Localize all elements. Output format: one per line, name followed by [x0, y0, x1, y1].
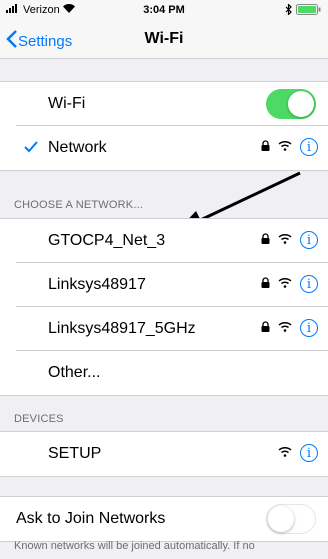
network-name: Linksys48917_5GHz — [48, 320, 196, 337]
info-button[interactable]: i — [300, 444, 318, 462]
network-row-linksys-5ghz[interactable]: Linksys48917_5GHz i — [0, 307, 328, 351]
wifi-strength-icon — [278, 231, 292, 249]
wifi-strength-icon — [278, 275, 292, 293]
network-icons: i — [261, 275, 318, 293]
network-name: Linksys48917 — [48, 276, 146, 293]
info-button[interactable]: i — [300, 319, 318, 337]
network-row-gtocp4[interactable]: GTOCP4_Net_3 i — [0, 219, 328, 263]
other-network-label: Other... — [48, 364, 101, 381]
network-icons: i — [261, 231, 318, 249]
network-row-other[interactable]: Other... — [0, 351, 328, 395]
info-button[interactable]: i — [300, 275, 318, 293]
ask-join-label: Ask to Join Networks — [16, 510, 166, 527]
networks-group: GTOCP4_Net_3 i Linksys48917 i Linksys489… — [0, 218, 328, 396]
wifi-strength-icon — [278, 444, 292, 462]
ask-join-toggle-knob — [268, 505, 294, 532]
devices-header: DEVICES — [14, 413, 64, 425]
ask-join-toggle[interactable] — [266, 504, 316, 534]
info-button[interactable]: i — [300, 231, 318, 249]
devices-group: SETUP i — [0, 431, 328, 477]
footer-note: Known networks will be joined automatica… — [14, 540, 255, 552]
device-icons: i — [278, 444, 318, 462]
network-row-linksys[interactable]: Linksys48917 i — [0, 263, 328, 307]
lock-icon — [261, 275, 270, 293]
ask-join-group: Ask to Join Networks — [0, 496, 328, 542]
choose-network-header: CHOOSE A NETWORK... — [14, 199, 144, 211]
device-name: SETUP — [48, 445, 102, 462]
ask-join-row: Ask to Join Networks — [0, 497, 328, 541]
lock-icon — [261, 319, 270, 337]
lock-icon — [261, 231, 270, 249]
device-row-setup[interactable]: SETUP i — [0, 432, 328, 476]
wifi-strength-icon — [278, 319, 292, 337]
network-name: GTOCP4_Net_3 — [48, 232, 166, 249]
network-icons: i — [261, 319, 318, 337]
